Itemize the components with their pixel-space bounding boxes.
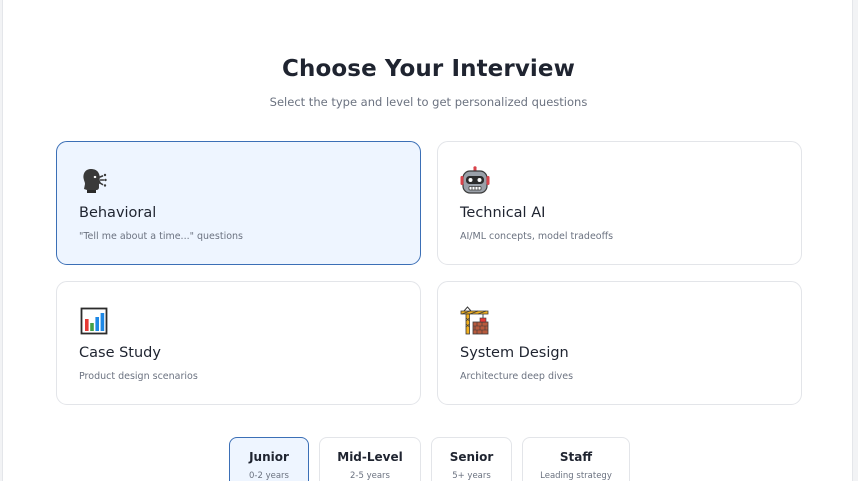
interview-type-card-system-design[interactable]: System Design Architecture deep dives <box>437 281 802 405</box>
level-range: 0-2 years <box>249 471 289 481</box>
speaking-head-icon <box>83 169 107 193</box>
interview-type-description: Architecture deep dives <box>460 371 574 382</box>
level-option-mid-level[interactable]: Mid-Level 2-5 years <box>319 437 421 481</box>
level-range: Leading strategy <box>540 471 612 481</box>
level-option-junior[interactable]: Junior 0-2 years <box>229 437 309 481</box>
interview-type-description: Product design scenarios <box>79 371 198 382</box>
level-name: Mid-Level <box>337 450 403 464</box>
interview-setup-panel: Choose Your Interview Select the type an… <box>2 0 853 481</box>
interview-type-card-technical-ai[interactable]: Technical AI AI/ML concepts, model trade… <box>437 141 802 265</box>
level-name: Senior <box>449 450 494 464</box>
level-name: Junior <box>249 450 289 464</box>
interview-type-name: System Design <box>460 345 569 361</box>
interview-type-card-behavioral[interactable]: Behavioral "Tell me about a time..." que… <box>56 141 421 265</box>
interview-type-name: Case Study <box>79 345 161 361</box>
page-subtitle: Select the type and level to get persona… <box>269 95 588 109</box>
level-name: Staff <box>559 450 593 464</box>
level-range: 2-5 years <box>350 471 390 481</box>
interview-type-card-case-study[interactable]: Case Study Product design scenarios <box>56 281 421 405</box>
level-option-staff[interactable]: Staff Leading strategy <box>522 437 630 481</box>
building-construction-icon <box>460 306 489 335</box>
page-title: Choose Your Interview <box>282 56 575 82</box>
level-option-senior[interactable]: Senior 5+ years <box>431 437 512 481</box>
interview-type-name: Technical AI <box>460 205 546 221</box>
interview-type-name: Behavioral <box>79 205 157 221</box>
level-range: 5+ years <box>452 471 491 481</box>
bar-chart-icon <box>80 307 108 335</box>
interview-type-description: AI/ML concepts, model tradeoffs <box>460 231 614 242</box>
interview-type-description: "Tell me about a time..." questions <box>79 231 243 242</box>
robot-icon <box>460 166 490 194</box>
